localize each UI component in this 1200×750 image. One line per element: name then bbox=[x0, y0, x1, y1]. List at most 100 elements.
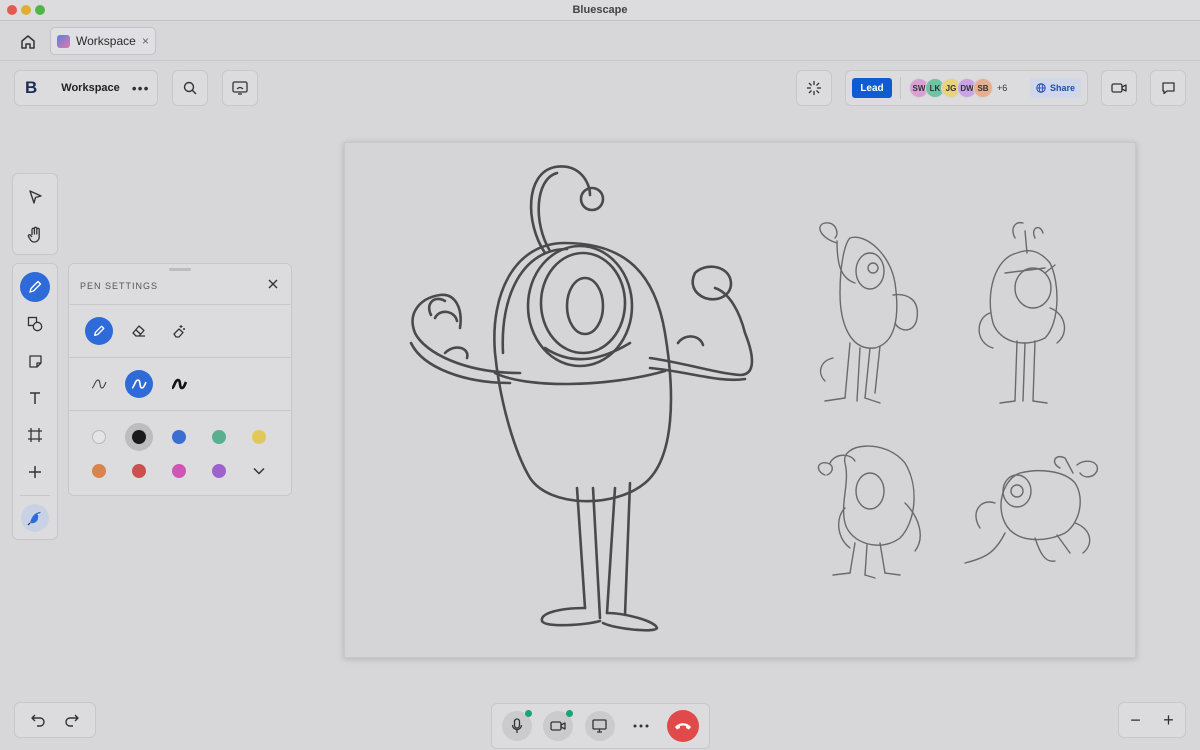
hand-icon bbox=[27, 226, 40, 243]
lead-button[interactable]: Lead bbox=[852, 78, 892, 98]
pen-icon bbox=[29, 280, 42, 293]
more-colors-button[interactable] bbox=[245, 457, 273, 485]
swatch-dot bbox=[172, 430, 186, 444]
pen-settings-panel: PEN SETTINGS bbox=[68, 263, 292, 496]
zoom-controls: − + bbox=[1118, 702, 1186, 738]
redo-button[interactable] bbox=[57, 705, 87, 735]
color-swatch-yellow[interactable] bbox=[245, 423, 273, 451]
more-options-icon bbox=[633, 724, 649, 728]
stroke-medium-icon bbox=[131, 379, 147, 389]
stroke-thin-button[interactable] bbox=[85, 370, 113, 398]
share-button[interactable]: Share bbox=[1029, 78, 1081, 98]
camera-button[interactable] bbox=[543, 710, 574, 741]
color-swatch-pink[interactable] bbox=[165, 457, 193, 485]
share-label: Share bbox=[1049, 83, 1075, 93]
sticky-note-icon bbox=[28, 354, 42, 368]
sticky-note-tool[interactable] bbox=[20, 346, 50, 376]
history-controls bbox=[14, 702, 96, 738]
divider bbox=[900, 77, 901, 99]
frame-crop-icon bbox=[28, 428, 42, 442]
pen-tool[interactable] bbox=[20, 272, 50, 302]
color-palette bbox=[69, 410, 291, 496]
color-swatch-blue[interactable] bbox=[165, 423, 193, 451]
zoom-in-button[interactable]: + bbox=[1163, 710, 1174, 731]
more-options-icon[interactable]: ••• bbox=[132, 80, 150, 96]
present-button[interactable] bbox=[222, 70, 258, 106]
pen-icon bbox=[93, 325, 105, 337]
color-swatch-orange[interactable] bbox=[85, 457, 113, 485]
tab-workspace[interactable]: Workspace × bbox=[50, 27, 156, 55]
magic-eraser-icon bbox=[173, 325, 185, 338]
collaboration-bar: Lead SW LK JG DW SB +6 Share bbox=[845, 70, 1088, 106]
close-panel-button[interactable] bbox=[265, 276, 281, 292]
tab-close-icon[interactable]: × bbox=[142, 34, 149, 48]
color-swatch-purple[interactable] bbox=[205, 457, 233, 485]
bird-icon bbox=[27, 512, 41, 526]
cursor-arrow-icon bbox=[29, 190, 42, 204]
assistant-button[interactable] bbox=[21, 504, 49, 532]
hang-up-phone-icon bbox=[675, 723, 691, 730]
panel-drag-handle[interactable] bbox=[169, 268, 191, 271]
text-tool[interactable] bbox=[20, 383, 50, 413]
stroke-width-row bbox=[69, 357, 291, 410]
workspace-name[interactable]: Workspace bbox=[61, 82, 120, 94]
whiteboard-canvas[interactable] bbox=[344, 142, 1136, 658]
screen-share-button[interactable] bbox=[584, 711, 615, 741]
search-icon bbox=[183, 81, 197, 95]
color-swatch-white[interactable] bbox=[85, 423, 113, 451]
swatch-dot bbox=[92, 430, 106, 444]
more-call-options-button[interactable] bbox=[626, 711, 656, 741]
stroke-thick-icon bbox=[171, 378, 188, 390]
stroke-thick-button[interactable] bbox=[165, 370, 193, 398]
divider bbox=[20, 495, 50, 496]
stroke-medium-button[interactable] bbox=[125, 370, 153, 398]
undo-button[interactable] bbox=[23, 705, 53, 735]
creation-tools bbox=[12, 263, 58, 540]
color-swatch-green[interactable] bbox=[205, 423, 233, 451]
workspace-menu: B Workspace ••• bbox=[14, 70, 158, 106]
ai-assist-button[interactable] bbox=[796, 70, 832, 106]
microphone-button[interactable] bbox=[502, 710, 532, 741]
chevron-down-icon bbox=[253, 467, 265, 475]
video-button[interactable] bbox=[1101, 70, 1137, 106]
participant-avatars[interactable]: SW LK JG DW SB +6 bbox=[909, 78, 1007, 98]
eraser-icon bbox=[132, 325, 145, 337]
chat-bubble-icon bbox=[1161, 82, 1175, 95]
avatar[interactable]: SB bbox=[973, 78, 993, 98]
shapes-tool[interactable] bbox=[20, 309, 50, 339]
undo-icon bbox=[31, 714, 45, 727]
color-swatch-black[interactable] bbox=[125, 423, 153, 451]
frame-tool[interactable] bbox=[20, 420, 50, 450]
color-swatch-red[interactable] bbox=[125, 457, 153, 485]
mic-active-indicator bbox=[525, 710, 532, 717]
pen-tool-row bbox=[69, 304, 291, 357]
highlighter-button[interactable] bbox=[165, 317, 193, 345]
camera-active-indicator bbox=[566, 710, 574, 717]
microphone-icon bbox=[511, 718, 523, 733]
select-tool[interactable] bbox=[20, 182, 50, 212]
swatch-dot bbox=[212, 464, 226, 478]
plus-icon bbox=[29, 466, 41, 478]
pan-tool[interactable] bbox=[20, 220, 50, 250]
home-button[interactable] bbox=[16, 31, 40, 53]
pen-mode-button[interactable] bbox=[85, 317, 113, 345]
globe-icon bbox=[1036, 83, 1046, 93]
present-icon bbox=[232, 81, 248, 95]
tab-bar: Workspace × bbox=[0, 21, 1200, 61]
sparkle-icon bbox=[807, 81, 821, 95]
chat-button[interactable] bbox=[1150, 70, 1186, 106]
text-icon bbox=[30, 392, 40, 404]
stroke-thin-icon bbox=[91, 379, 107, 389]
swatch-dot bbox=[92, 464, 106, 478]
swatch-dot bbox=[212, 430, 226, 444]
zoom-out-button[interactable]: − bbox=[1130, 710, 1141, 731]
eraser-button[interactable] bbox=[125, 317, 153, 345]
end-call-button[interactable] bbox=[667, 710, 699, 742]
shapes-icon bbox=[27, 316, 43, 332]
bluescape-logo[interactable]: B bbox=[25, 78, 37, 98]
video-camera-icon bbox=[550, 721, 566, 731]
search-button[interactable] bbox=[172, 70, 208, 106]
navigation-tools bbox=[12, 173, 58, 255]
more-participants-count[interactable]: +6 bbox=[997, 83, 1007, 93]
add-tool[interactable] bbox=[20, 457, 50, 487]
